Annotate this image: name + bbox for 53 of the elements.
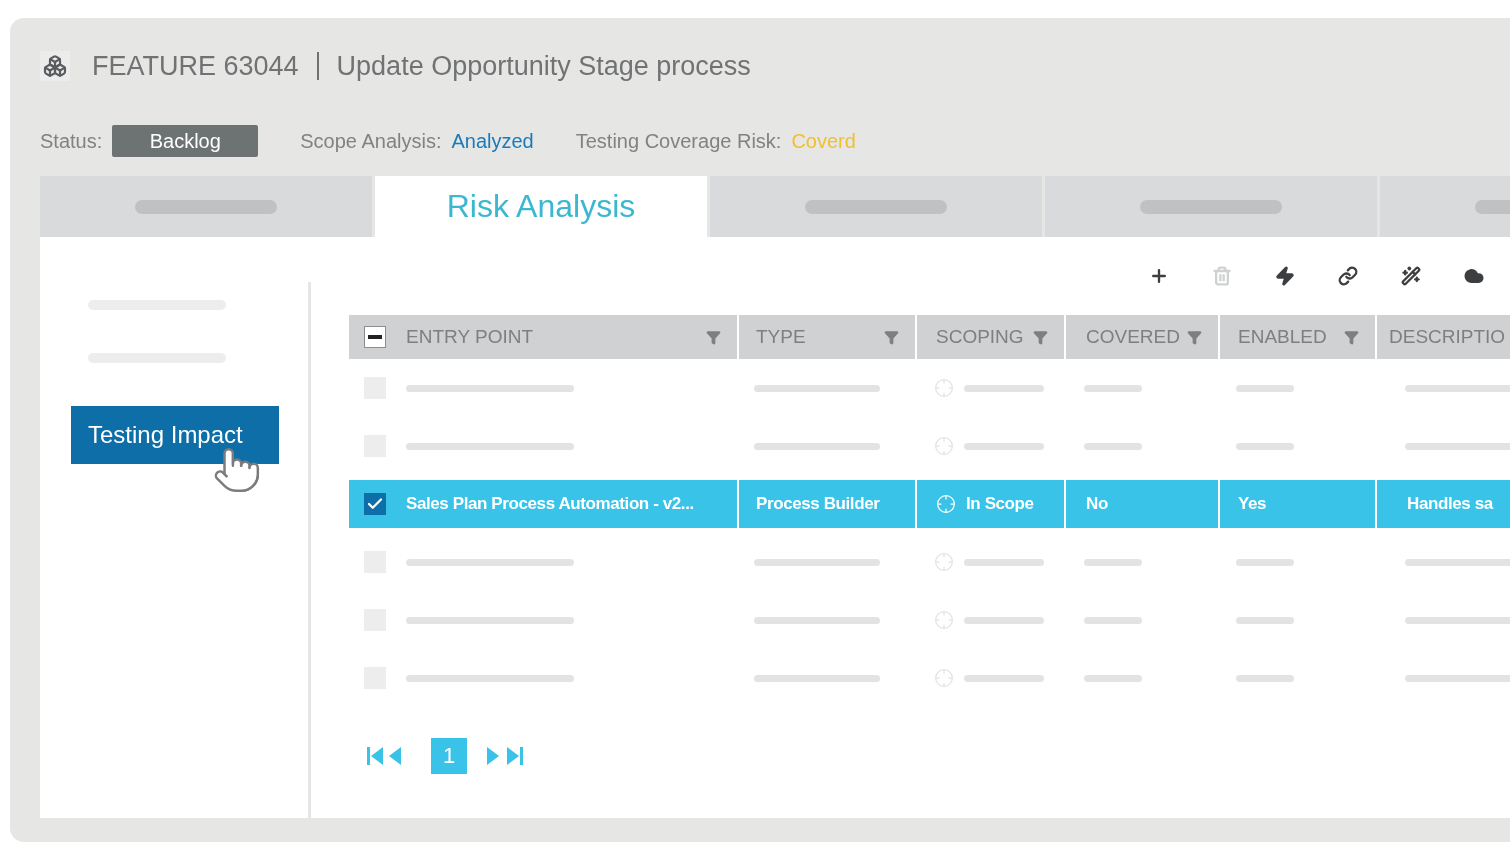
- minus-icon: [368, 335, 382, 339]
- select-all-checkbox[interactable]: [364, 326, 386, 348]
- status-value: Coverd: [791, 129, 856, 153]
- column-header: SCOPING: [936, 326, 1024, 348]
- placeholder-bar: [1084, 384, 1142, 392]
- row-checkbox[interactable]: [364, 493, 386, 515]
- table-cell: Handles sa: [1407, 494, 1493, 514]
- tab[interactable]: Risk Analysis: [375, 176, 707, 237]
- placeholder-bar: [1084, 674, 1142, 682]
- feature-id: FEATURE 63044: [92, 50, 299, 82]
- magic-wand-icon[interactable]: [1399, 264, 1423, 288]
- column-header: DESCRIPTIO: [1389, 326, 1506, 348]
- status-label: Scope Analysis:: [300, 129, 442, 153]
- status-label: Testing Coverage Risk:: [575, 129, 782, 153]
- link-icon[interactable]: [1336, 264, 1360, 288]
- table-cell: Yes: [1238, 494, 1267, 514]
- status-badge: Backlog: [112, 125, 259, 157]
- column-header: ENTRY POINT: [406, 326, 534, 348]
- placeholder-bar: [1084, 442, 1142, 450]
- status-label: Status:: [40, 129, 103, 153]
- crosshair-icon: [934, 552, 954, 572]
- crosshair-icon: [934, 668, 954, 688]
- placeholder-bar: [1084, 616, 1142, 624]
- placeholder-bar: [1236, 384, 1294, 392]
- column-header: ENABLED: [1238, 326, 1327, 348]
- placeholder-bar: [1236, 558, 1294, 566]
- filter-icon[interactable]: [1033, 329, 1048, 345]
- table-row-selected[interactable]: Sales Plan Process Automation - v2... Process Builder In Scope No Yes Handles sa: [349, 480, 1510, 528]
- table-cell: Process Builder: [756, 494, 880, 514]
- placeholder-bar: [1236, 442, 1294, 450]
- filter-icon[interactable]: [1344, 329, 1359, 345]
- crosshair-icon: [934, 610, 954, 630]
- placeholder-bar: [1084, 558, 1142, 566]
- cubes-icon: [40, 51, 70, 81]
- crosshair-icon: [934, 436, 954, 456]
- crosshair-icon: [936, 494, 956, 514]
- lightning-icon[interactable]: [1273, 264, 1297, 288]
- table-cell: In Scope: [966, 494, 1034, 514]
- table-cell: Sales Plan Process Automation - v2...: [406, 494, 694, 514]
- crosshair-icon: [934, 378, 954, 398]
- status-value: Analyzed: [451, 129, 534, 153]
- last-page-button[interactable]: [487, 745, 525, 767]
- filter-icon[interactable]: [706, 329, 721, 345]
- column-header: COVERED: [1086, 326, 1180, 348]
- page-number[interactable]: 1: [431, 738, 467, 774]
- placeholder-bar: [1236, 674, 1294, 682]
- sidebar-item[interactable]: Testing Impact: [71, 406, 279, 464]
- feature-title: Update Opportunity Stage process: [336, 50, 751, 82]
- table-cell: No: [1086, 494, 1108, 514]
- column-header: TYPE: [756, 326, 806, 348]
- filter-icon[interactable]: [1187, 329, 1202, 345]
- placeholder-bar: [1236, 616, 1294, 624]
- filter-icon[interactable]: [884, 329, 899, 345]
